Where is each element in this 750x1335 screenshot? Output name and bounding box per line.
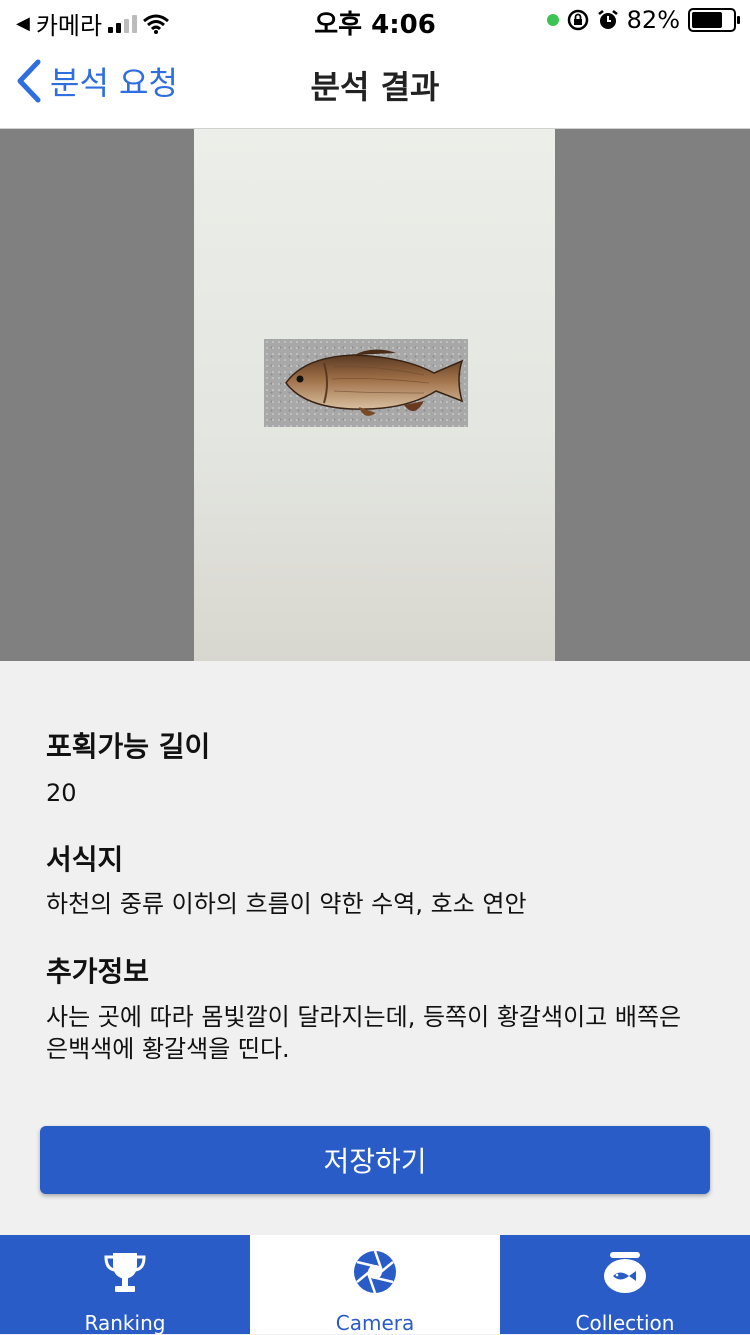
- tab-ranking[interactable]: Ranking: [0, 1235, 250, 1335]
- tab-bar: Ranking Camera Collection: [0, 1235, 750, 1335]
- battery-percent: 82%: [626, 6, 680, 34]
- catchable-length-heading: 포획가능 길이: [46, 730, 211, 763]
- extra-info-value: 사는 곳에 따라 몸빛깔이 달라지는데, 등쪽이 황갈색이고 배쪽은 은백색에 …: [46, 1003, 682, 1063]
- habitat-heading: 서식지: [46, 843, 124, 876]
- navigation-bar: 분석 요청 분석 결과: [0, 40, 750, 129]
- camera-aperture-icon: [354, 1250, 396, 1294]
- mic-in-use-dot-icon: [546, 14, 559, 26]
- tab-ranking-label: Ranking: [84, 1311, 166, 1335]
- fishbowl-icon: [604, 1252, 646, 1293]
- fish-thumbnail: [264, 339, 468, 427]
- tab-camera[interactable]: Camera: [250, 1235, 500, 1335]
- tab-camera-label: Camera: [335, 1311, 415, 1335]
- tab-collection[interactable]: Collection: [500, 1235, 750, 1335]
- fish-image: [285, 349, 464, 416]
- save-button[interactable]: 저장하기: [40, 1126, 710, 1194]
- tab-collection-label: Collection: [575, 1311, 675, 1335]
- trophy-icon: [104, 1253, 146, 1292]
- extra-info-heading: 추가정보: [46, 955, 150, 988]
- alarm-icon: [597, 10, 618, 29]
- analyzed-image-area: [0, 129, 750, 661]
- battery-icon: [688, 8, 740, 32]
- habitat-value: 하천의 중류 이하의 흐름이 약한 수역, 호소 연안: [46, 890, 527, 918]
- page-title: 분석 결과: [310, 68, 440, 106]
- status-bar: ◀ 카메라 오후 4:06 82%: [0, 0, 750, 40]
- captured-photo: [194, 129, 555, 661]
- catchable-length-value: 20: [46, 779, 77, 807]
- rotation-lock-icon: [567, 9, 588, 31]
